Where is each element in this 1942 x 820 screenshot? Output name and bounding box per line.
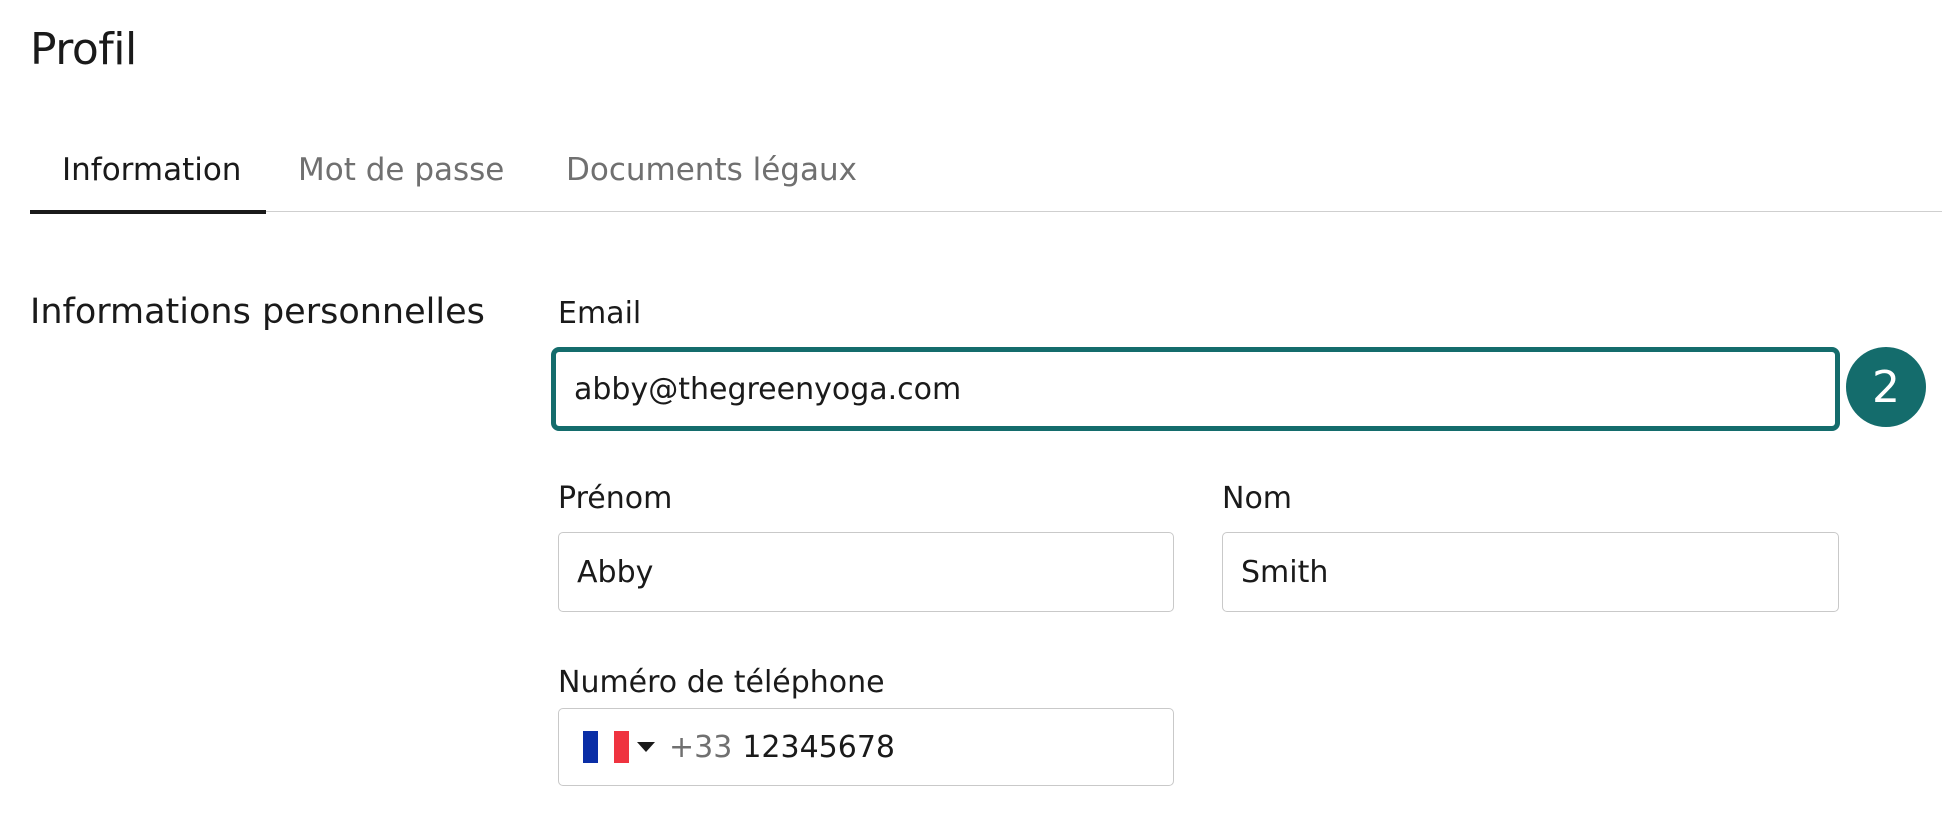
last-name-label: Nom	[1222, 481, 1293, 516]
chevron-down-icon[interactable]	[637, 742, 655, 752]
flag-stripe-blue	[583, 731, 599, 763]
last-name-field[interactable]	[1222, 532, 1839, 612]
email-label: Email	[558, 296, 642, 331]
france-flag-icon[interactable]	[583, 731, 629, 763]
phone-field: +33	[558, 708, 1174, 786]
email-field[interactable]	[551, 347, 1840, 431]
section-title: Informations personnelles	[30, 292, 485, 332]
profile-tabs: Information Mot de passe Documents légau…	[30, 140, 1942, 214]
phone-number-input[interactable]	[742, 729, 1123, 765]
tab-password[interactable]: Mot de passe	[298, 140, 504, 212]
page-title: Profil	[30, 24, 137, 75]
first-name-label: Prénom	[558, 481, 673, 516]
tab-information[interactable]: Information	[30, 140, 266, 214]
dial-code: +33	[669, 729, 733, 765]
tab-legal-documents[interactable]: Documents légaux	[566, 140, 857, 212]
flag-stripe-white	[598, 731, 614, 763]
phone-label: Numéro de téléphone	[558, 665, 885, 700]
first-name-field[interactable]	[558, 532, 1174, 612]
flag-stripe-red	[613, 731, 629, 763]
step-badge: 2	[1846, 347, 1926, 427]
profile-page: Profil Information Mot de passe Document…	[0, 0, 1942, 820]
